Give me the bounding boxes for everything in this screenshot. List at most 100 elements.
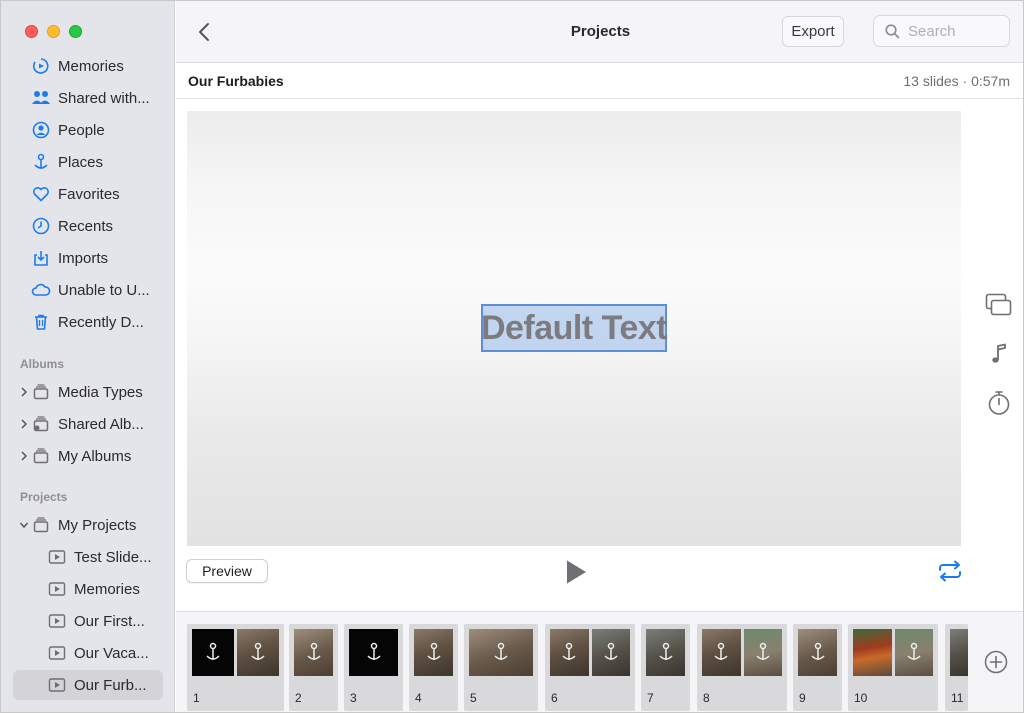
search-input[interactable] bbox=[908, 22, 1000, 40]
slide-thumbnail bbox=[646, 629, 685, 676]
sidebar-item-unable-to-upload[interactable]: Unable to U... bbox=[13, 275, 163, 305]
slideshow-icon bbox=[47, 547, 67, 567]
sidebar-item-imports[interactable]: Imports bbox=[13, 243, 163, 273]
shared-with-you-icon bbox=[31, 88, 51, 108]
search-field[interactable] bbox=[873, 15, 1010, 47]
filmstrip-slide[interactable]: 8 bbox=[697, 624, 787, 711]
photo-figure-icon bbox=[306, 642, 321, 660]
sidebar-item-label: Media Types bbox=[58, 383, 143, 401]
sidebar-item-label: My Projects bbox=[58, 516, 137, 534]
chevron-right-icon[interactable] bbox=[19, 418, 29, 430]
folder-stack-icon bbox=[31, 515, 51, 535]
sidebar-item-label: Places bbox=[58, 153, 104, 171]
slide-number: 3 bbox=[350, 691, 357, 705]
sidebar-item-label: Recently D... bbox=[58, 313, 144, 331]
sidebar-item-shared-with-you[interactable]: Shared with... bbox=[13, 83, 163, 113]
sidebar-item-label: Imports bbox=[58, 249, 109, 267]
play-button[interactable] bbox=[562, 558, 590, 586]
slide-number: 7 bbox=[647, 691, 654, 705]
sidebar-item-memories[interactable]: Memories bbox=[13, 51, 163, 81]
slide-thumbnail bbox=[192, 629, 234, 676]
sidebar-item-my-projects[interactable]: My Projects bbox=[13, 510, 163, 540]
sidebar-item-my-albums[interactable]: My Albums bbox=[13, 441, 163, 471]
back-button[interactable] bbox=[194, 19, 214, 45]
loop-toggle[interactable] bbox=[936, 558, 964, 584]
sidebar-item-project-test-slideshow[interactable]: Test Slide... bbox=[13, 542, 163, 572]
slide-number: 2 bbox=[295, 691, 302, 705]
sidebar-item-recently-deleted[interactable]: Recently D... bbox=[13, 307, 163, 337]
filmstrip-slide[interactable]: 11 bbox=[945, 624, 968, 711]
export-button[interactable]: Export bbox=[782, 16, 844, 47]
people-icon bbox=[31, 120, 51, 140]
sidebar-item-project-our-furbabies[interactable]: Our Furb... bbox=[13, 670, 163, 700]
add-slide-button[interactable] bbox=[983, 649, 1009, 675]
slide-thumbnail bbox=[550, 629, 589, 676]
places-icon bbox=[31, 152, 51, 172]
cloud-icon bbox=[31, 280, 51, 300]
slideshow-icon bbox=[47, 675, 67, 695]
sidebar-item-label: People bbox=[58, 121, 105, 139]
slide-number: 1 bbox=[193, 691, 200, 705]
close-window-button[interactable] bbox=[25, 25, 38, 38]
filmstrip-slide[interactable]: 2 bbox=[289, 624, 338, 711]
photo-figure-icon bbox=[756, 642, 770, 660]
sidebar-item-places[interactable]: Places bbox=[13, 147, 163, 177]
heart-icon bbox=[31, 184, 51, 204]
themes-button[interactable] bbox=[985, 291, 1013, 319]
sidebar-item-shared-albums[interactable]: Shared Alb... bbox=[13, 409, 163, 439]
minimize-window-button[interactable] bbox=[47, 25, 60, 38]
slide-number: 8 bbox=[703, 691, 710, 705]
sidebar-item-label: Our Vaca... bbox=[74, 644, 149, 662]
sidebar-item-favorites[interactable]: Favorites bbox=[13, 179, 163, 209]
albums-section-header: Albums bbox=[20, 357, 65, 371]
sidebar-item-people[interactable]: People bbox=[13, 115, 163, 145]
slide-thumbnail bbox=[853, 629, 892, 676]
chevron-right-icon[interactable] bbox=[19, 386, 29, 398]
filmstrip-slide[interactable]: 9 bbox=[793, 624, 842, 711]
filmstrip-slide[interactable]: 1 bbox=[187, 624, 284, 711]
memories-icon bbox=[31, 56, 51, 76]
preview-button[interactable]: Preview bbox=[186, 559, 268, 583]
photo-figure-icon bbox=[714, 642, 728, 660]
toolbar: Projects Export bbox=[176, 1, 1023, 63]
slide-number: 10 bbox=[854, 691, 868, 705]
chevron-right-icon[interactable] bbox=[19, 450, 29, 462]
search-icon bbox=[885, 23, 900, 38]
slide-thumbnail bbox=[798, 629, 837, 676]
slide-title-text[interactable]: Default Text bbox=[481, 304, 668, 352]
photo-figure-icon bbox=[810, 642, 825, 660]
sidebar-item-label: Our Furb... bbox=[74, 676, 147, 694]
sidebar-item-label: Shared Alb... bbox=[58, 415, 144, 433]
photo-figure-icon bbox=[658, 642, 673, 660]
sidebar-item-label: Memories bbox=[58, 57, 124, 75]
sidebar-item-media-types[interactable]: Media Types bbox=[13, 377, 163, 407]
sidebar-item-project-our-first[interactable]: Our First... bbox=[13, 606, 163, 636]
photo-figure-icon bbox=[206, 642, 220, 660]
slide-thumbnail bbox=[414, 629, 453, 676]
slideshow-icon bbox=[47, 611, 67, 631]
filmstrip-slide[interactable]: 4 bbox=[409, 624, 458, 711]
filmstrip-slide[interactable]: 3 bbox=[344, 624, 403, 711]
import-icon bbox=[31, 248, 51, 268]
repeat-icon bbox=[939, 560, 961, 582]
zoom-window-button[interactable] bbox=[69, 25, 82, 38]
folder-stack-icon bbox=[31, 382, 51, 402]
filmstrip-slide[interactable]: 7 bbox=[641, 624, 690, 711]
photo-figure-icon bbox=[251, 642, 265, 660]
sidebar-item-recents[interactable]: Recents bbox=[13, 211, 163, 241]
slide-preview[interactable]: Default Text bbox=[187, 111, 961, 546]
play-icon bbox=[567, 560, 586, 584]
sidebar-item-project-our-vacation[interactable]: Our Vaca... bbox=[13, 638, 163, 668]
music-button[interactable] bbox=[985, 340, 1013, 368]
chevron-down-icon[interactable] bbox=[19, 519, 29, 531]
filmstrip-slide[interactable]: 5 bbox=[464, 624, 538, 711]
photo-figure-icon bbox=[604, 642, 618, 660]
filmstrip-slide[interactable]: 10 bbox=[848, 624, 938, 711]
duration-button[interactable] bbox=[985, 389, 1013, 417]
project-title: Our Furbabies bbox=[188, 73, 284, 89]
projects-section-header: Projects bbox=[20, 490, 68, 504]
slide-thumbnail bbox=[294, 629, 333, 676]
sidebar-item-label: Unable to U... bbox=[58, 281, 150, 299]
filmstrip-slide[interactable]: 6 bbox=[545, 624, 635, 711]
sidebar-item-project-memories[interactable]: Memories bbox=[13, 574, 163, 604]
